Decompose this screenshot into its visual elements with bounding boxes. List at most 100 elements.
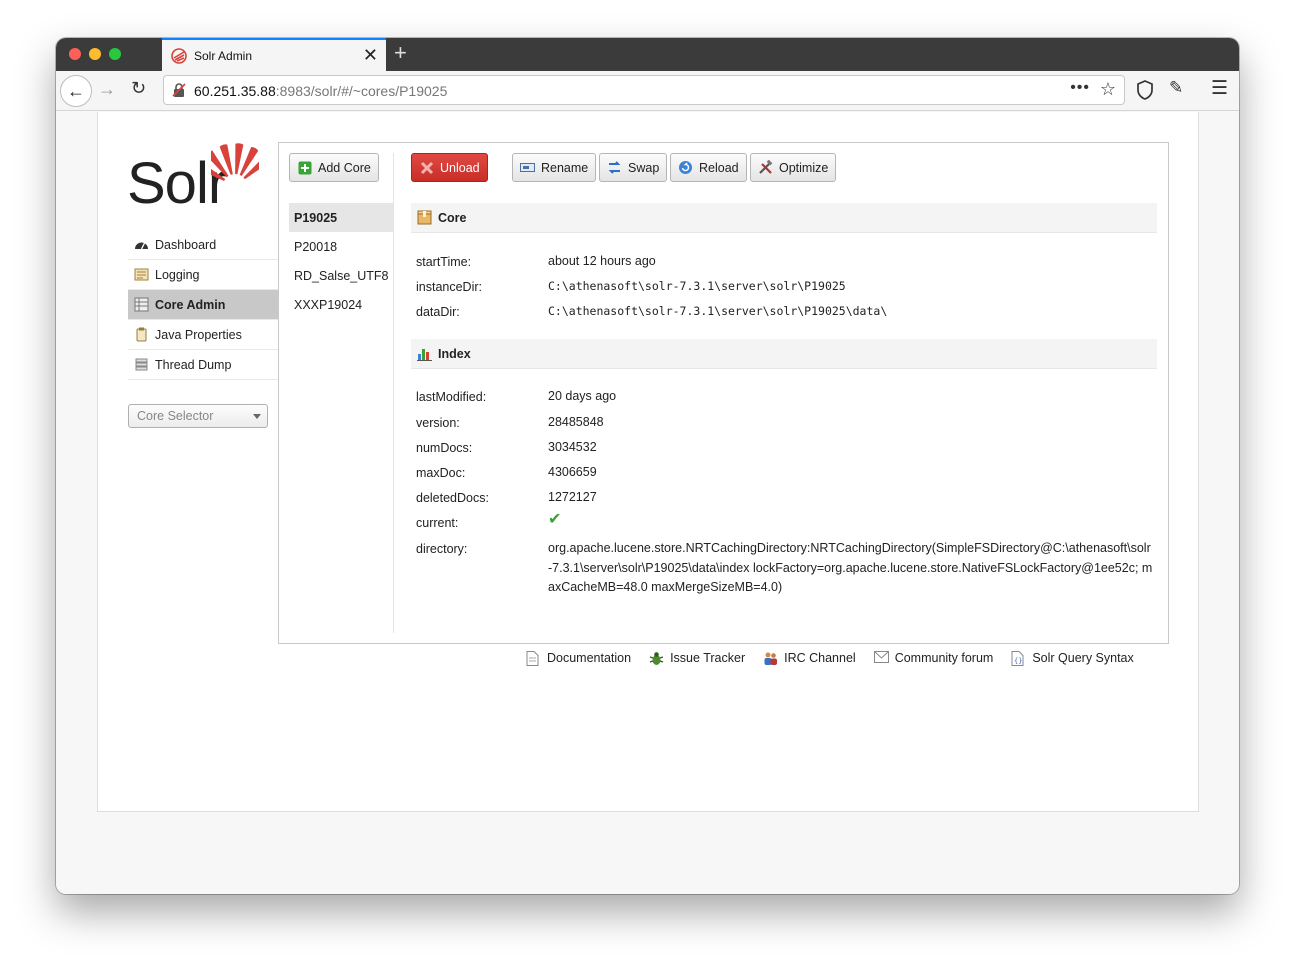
row-key: startTime: xyxy=(416,255,472,269)
solr-logo[interactable]: Solr xyxy=(127,140,261,214)
url-text: 60.251.35.88:8983/solr/#/~cores/P19025 xyxy=(194,83,448,99)
row-key: maxDoc: xyxy=(416,466,466,480)
solr-sun-icon xyxy=(211,143,259,188)
footer-links: Documentation Issue Tracker IRC Channel xyxy=(526,648,1152,668)
rename-icon xyxy=(520,160,535,175)
add-icon xyxy=(297,160,312,175)
logging-icon xyxy=(134,267,149,282)
svg-text:{}: {} xyxy=(1014,657,1022,665)
core-admin-panel: Add Core Unload Rename Swap Reload Optim… xyxy=(278,142,1169,644)
add-core-label: Add Core xyxy=(318,160,371,175)
tools-icon xyxy=(758,160,773,175)
new-tab-icon[interactable]: + xyxy=(394,40,407,66)
row-value: 4306659 xyxy=(548,465,597,479)
reload-page-button[interactable]: ↻ xyxy=(131,78,146,99)
sidebar-item-java-properties[interactable]: Java Properties xyxy=(128,320,278,350)
core-item-xxxp19024[interactable]: XXXP19024 xyxy=(289,290,394,319)
chevron-down-icon xyxy=(253,414,261,419)
row-key: numDocs: xyxy=(416,441,473,455)
row-key: version: xyxy=(416,416,460,430)
row-value: 3034532 xyxy=(548,440,597,454)
row-key: deletedDocs: xyxy=(416,491,489,505)
address-bar[interactable]: 60.251.35.88:8983/solr/#/~cores/P19025 •… xyxy=(163,75,1125,105)
core-item-p19025[interactable]: P19025 xyxy=(289,203,394,232)
documentation-link[interactable]: Documentation xyxy=(526,650,631,666)
dashboard-icon xyxy=(134,237,149,252)
hamburger-menu-icon[interactable]: ☰ xyxy=(1211,77,1228,100)
row-key: lastModified: xyxy=(416,390,487,404)
panel-divider xyxy=(393,153,394,633)
close-window-button[interactable] xyxy=(69,48,81,60)
sidebar-item-label: Core Admin xyxy=(155,297,226,312)
magic-wand-icon[interactable]: ✎ xyxy=(1169,78,1183,98)
core-item-rd-salse-utf8[interactable]: RD_Salse_UTF8 xyxy=(289,261,394,290)
sidebar-item-logging[interactable]: Logging xyxy=(128,260,278,290)
index-section-header: Index xyxy=(411,339,1157,369)
mail-icon xyxy=(873,650,889,666)
core-selector-dropdown[interactable]: Core Selector xyxy=(128,404,268,428)
unload-label: Unload xyxy=(440,160,480,175)
rename-button[interactable]: Rename xyxy=(512,153,597,182)
java-icon xyxy=(134,327,149,342)
minimize-window-button[interactable] xyxy=(89,48,101,60)
solr-favicon-icon xyxy=(171,48,187,64)
core-admin-icon xyxy=(134,297,149,312)
solr-query-syntax-link[interactable]: {} Solr Query Syntax xyxy=(1011,650,1134,666)
solr-admin-page: Solr Dashboard Logging Core Admin Java P… xyxy=(97,112,1199,812)
package-icon xyxy=(417,210,432,225)
sidebar-item-thread-dump[interactable]: Thread Dump xyxy=(128,350,278,380)
row-value: org.apache.lucene.store.NRTCachingDirect… xyxy=(548,541,1153,594)
issue-tracker-link[interactable]: Issue Tracker xyxy=(649,651,745,666)
swap-label: Swap xyxy=(628,160,660,175)
document-icon xyxy=(526,650,541,666)
sidebar-item-dashboard[interactable]: Dashboard xyxy=(128,230,278,260)
swap-icon xyxy=(607,160,622,175)
section-title: Index xyxy=(438,346,471,361)
row-value: C:\athenasoft\solr-7.3.1\server\solr\P19… xyxy=(548,279,846,293)
sidebar-item-label: Logging xyxy=(155,267,200,282)
forward-button[interactable]: → xyxy=(98,79,116,100)
rename-label: Rename xyxy=(541,160,589,175)
arrow-left-icon: ← xyxy=(67,80,85,101)
community-forum-link[interactable]: Community forum xyxy=(873,650,993,666)
bookmark-star-icon[interactable]: ☆ xyxy=(1100,79,1116,100)
optimize-button[interactable]: Optimize xyxy=(750,153,837,182)
sidebar-item-label: Thread Dump xyxy=(155,357,232,372)
unload-x-icon xyxy=(419,160,434,175)
core-item-p20018[interactable]: P20018 xyxy=(289,232,394,261)
reload-button[interactable]: Reload xyxy=(670,153,747,182)
section-title: Core xyxy=(438,210,467,225)
browser-tab[interactable]: Solr Admin ✕ xyxy=(162,38,386,71)
reload-label: Reload xyxy=(699,160,739,175)
add-core-button[interactable]: Add Core xyxy=(289,153,379,182)
thread-dump-icon xyxy=(134,357,149,372)
row-key: directory: xyxy=(416,542,468,556)
optimize-label: Optimize xyxy=(779,160,829,175)
check-icon: ✔ xyxy=(548,511,562,528)
insecure-lock-icon xyxy=(172,83,186,97)
sidebar-nav: Dashboard Logging Core Admin Java Proper… xyxy=(128,230,278,380)
zoom-window-button[interactable] xyxy=(109,48,121,60)
row-value: C:\athenasoft\solr-7.3.1\server\solr\P19… xyxy=(548,304,888,318)
row-value: 28485848 xyxy=(548,415,604,429)
irc-channel-link[interactable]: IRC Channel xyxy=(763,651,856,666)
query-syntax-icon: {} xyxy=(1011,650,1026,666)
bug-icon xyxy=(649,651,664,666)
row-value: 1272127 xyxy=(548,490,597,504)
unload-button[interactable]: Unload xyxy=(411,153,488,182)
page-actions-icon[interactable]: ••• xyxy=(1070,79,1090,97)
back-button[interactable]: ← xyxy=(60,75,92,107)
browser-window: Solr Admin ✕ + ← → ↻ 60.251.35.88:8983/s… xyxy=(56,38,1239,894)
row-key: instanceDir: xyxy=(416,280,482,294)
sidebar-item-label: Dashboard xyxy=(155,237,217,252)
users-icon xyxy=(763,651,778,666)
shield-icon[interactable] xyxy=(1136,80,1154,100)
core-section-header: Core xyxy=(411,203,1157,233)
row-key: dataDir: xyxy=(416,305,460,319)
reload-icon xyxy=(678,160,693,175)
tab-close-icon[interactable]: ✕ xyxy=(363,45,378,65)
row-value: about 12 hours ago xyxy=(548,254,656,268)
swap-button[interactable]: Swap xyxy=(599,153,668,182)
row-value: 20 days ago xyxy=(548,389,617,403)
sidebar-item-core-admin[interactable]: Core Admin xyxy=(128,290,278,320)
